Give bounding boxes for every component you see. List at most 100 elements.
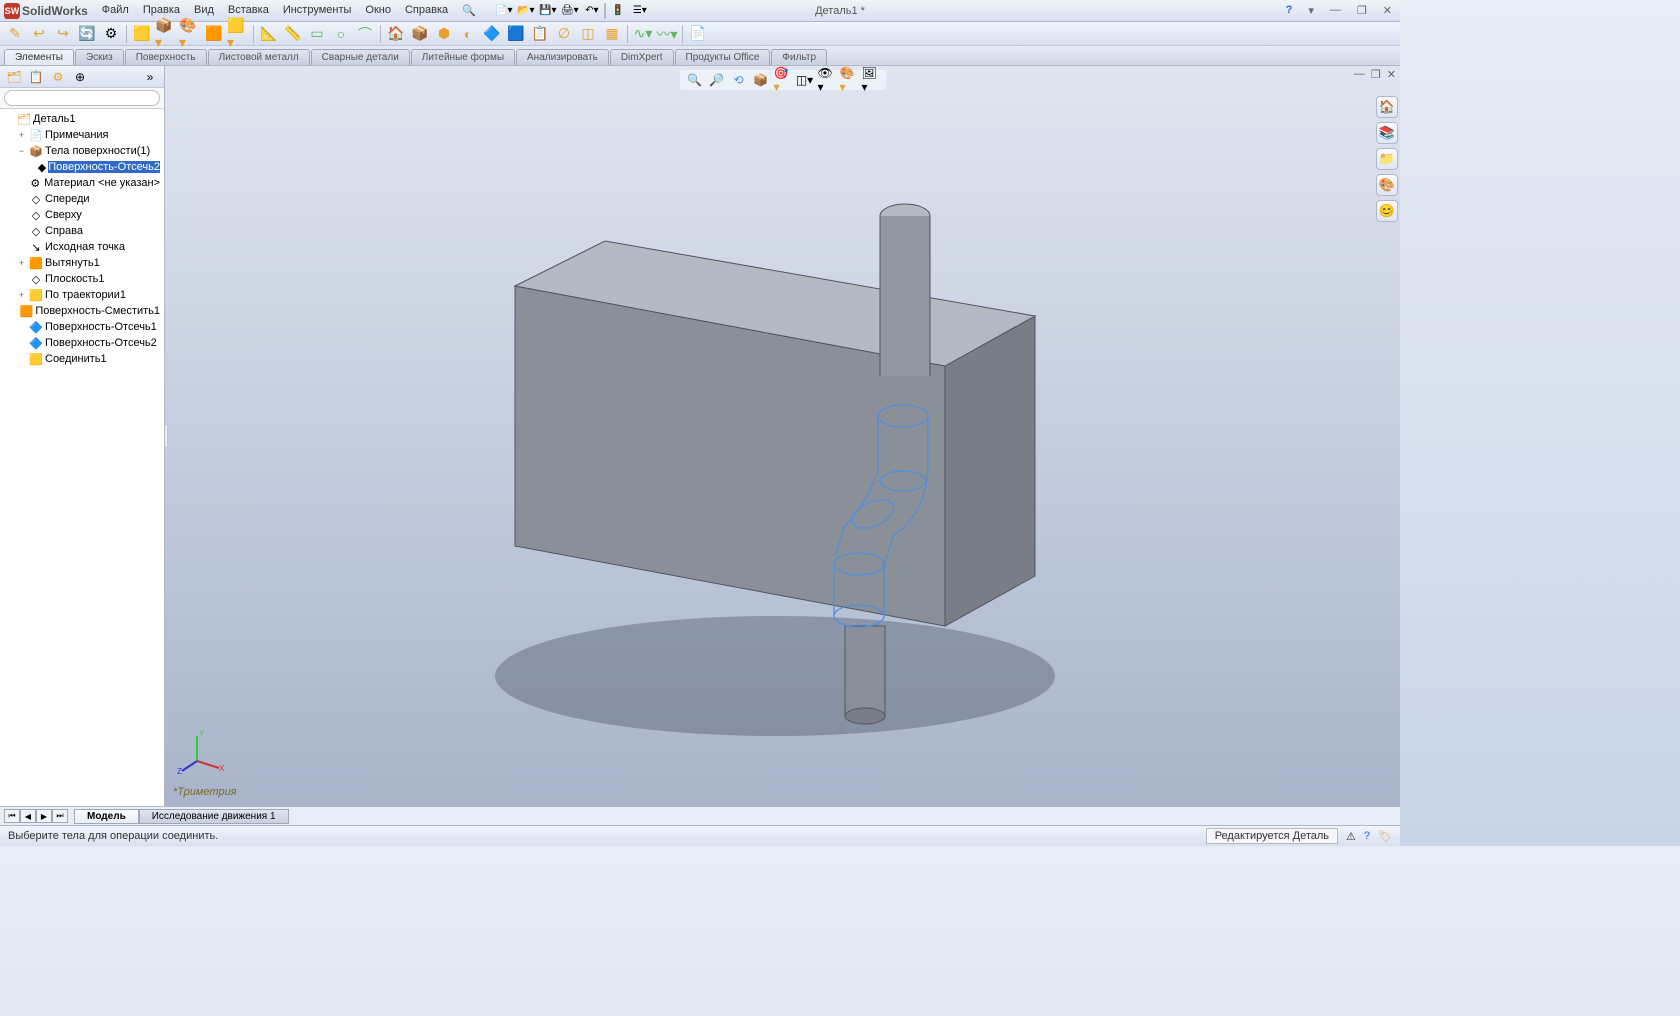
tree-item[interactable]: ◇Спереди: [0, 191, 164, 207]
arc-icon[interactable]: ⌒: [354, 24, 376, 44]
graphics-viewport[interactable]: 🔍 🔎 ⟲ 📦 🎯▾ ◫▾ 👁▾ 🎨▾ 🖼▾ — ❐ ✕ 🏠 📚 📁 🎨 😊 Y: [165, 66, 1400, 806]
prev-view-icon[interactable]: ⟲: [730, 72, 748, 88]
tree-root[interactable]: 🗂 Деталь1: [0, 111, 164, 127]
new-icon[interactable]: 📄▾: [494, 3, 514, 19]
vp-close-icon[interactable]: ✕: [1387, 68, 1396, 81]
sidebar-expand-icon[interactable]: »: [140, 68, 160, 86]
shaded-icon[interactable]: 🟨▾: [227, 24, 249, 44]
library-gadget-icon[interactable]: 📚: [1376, 122, 1398, 144]
tree-item[interactable]: ◇Плоскость1: [0, 271, 164, 287]
status-help-icon[interactable]: ?: [1364, 830, 1370, 842]
feat3-icon[interactable]: ⬢: [433, 24, 455, 44]
expander-icon[interactable]: −: [16, 146, 27, 156]
expander-icon[interactable]: +: [16, 130, 27, 140]
tab-analyze[interactable]: Анализировать: [516, 49, 609, 65]
nav-first-icon[interactable]: ⏮: [4, 809, 20, 823]
help-dropdown-icon[interactable]: ▾: [1304, 4, 1318, 17]
tree-item[interactable]: ◇Справа: [0, 223, 164, 239]
menu-tools[interactable]: Инструменты: [277, 2, 358, 19]
tree-item[interactable]: ↘Исходная точка: [0, 239, 164, 255]
nav-next-icon[interactable]: ▶: [36, 809, 52, 823]
palette-gadget-icon[interactable]: 🎨: [1376, 174, 1398, 196]
feat10-icon[interactable]: ▦: [601, 24, 623, 44]
cm-tab-icon[interactable]: ⚙: [48, 68, 68, 86]
pm-tab-icon[interactable]: 📋: [26, 68, 46, 86]
feat7-icon[interactable]: 📋: [529, 24, 551, 44]
minimize-icon[interactable]: —: [1326, 4, 1345, 17]
feat2-icon[interactable]: 📦: [409, 24, 431, 44]
tree-item[interactable]: +📄Примечания: [0, 127, 164, 143]
menu-window[interactable]: Окно: [359, 2, 397, 19]
menu-search-icon[interactable]: 🔍: [456, 2, 482, 19]
feat9-icon[interactable]: ◫: [577, 24, 599, 44]
zoom-area-icon[interactable]: 🔎: [708, 72, 726, 88]
home-gadget-icon[interactable]: 🏠: [1376, 96, 1398, 118]
back-icon[interactable]: ↩: [28, 24, 50, 44]
circle-icon[interactable]: ○: [330, 24, 352, 44]
tab-model[interactable]: Модель: [74, 809, 139, 824]
help-icon[interactable]: ?: [1282, 4, 1297, 17]
open-icon[interactable]: 📂▾: [516, 3, 536, 19]
menu-help[interactable]: Справка: [399, 2, 454, 19]
tab-features[interactable]: Элементы: [4, 49, 74, 65]
sketch-icon[interactable]: 📐: [258, 24, 280, 44]
rebuild-icon[interactable]: 🔄: [76, 24, 98, 44]
tree-item[interactable]: ⚙Материал <не указан>: [0, 175, 164, 191]
display-icon[interactable]: 🎨▾: [179, 24, 201, 44]
feat4-icon[interactable]: ◐: [457, 24, 479, 44]
resources-gadget-icon[interactable]: 😊: [1376, 200, 1398, 222]
curve-icon[interactable]: ∿▾: [632, 24, 654, 44]
appearance-icon[interactable]: 🎨▾: [840, 72, 858, 88]
rect-icon[interactable]: ▭: [306, 24, 328, 44]
tab-sheetmetal[interactable]: Листовой металл: [208, 49, 310, 65]
tool-icon[interactable]: ✎: [4, 24, 26, 44]
fwd-icon[interactable]: ↪: [52, 24, 74, 44]
vp-maximize-icon[interactable]: ❐: [1371, 68, 1381, 81]
options-icon[interactable]: ☰▾: [630, 3, 650, 19]
view-icon[interactable]: 🟨: [131, 24, 153, 44]
filter-input[interactable]: [4, 90, 160, 106]
tree-item[interactable]: +🟨По траектории1: [0, 287, 164, 303]
tree-item[interactable]: −📦Тела поверхности(1): [0, 143, 164, 159]
section-view-icon[interactable]: 📦: [752, 72, 770, 88]
tree-item[interactable]: 🔷Поверхность-Отсечь2: [0, 335, 164, 351]
tree-item[interactable]: +🟧Вытянуть1: [0, 255, 164, 271]
tree-item[interactable]: ◇Сверху: [0, 207, 164, 223]
tree-item[interactable]: 🔷Поверхность-Отсечь1: [0, 319, 164, 335]
undo-icon[interactable]: ↶▾: [582, 3, 602, 19]
status-warn-icon[interactable]: ⚠: [1346, 830, 1356, 843]
tree-item[interactable]: 🟨Соединить1: [0, 351, 164, 367]
zoom-fit-icon[interactable]: 🔍: [686, 72, 704, 88]
tab-surface[interactable]: Поверхность: [125, 49, 207, 65]
close-icon[interactable]: ✕: [1379, 4, 1396, 17]
nav-prev-icon[interactable]: ◀: [20, 809, 36, 823]
display-style-icon[interactable]: ◫▾: [796, 72, 814, 88]
tab-filter[interactable]: Фильтр: [771, 49, 827, 65]
hide-show-icon[interactable]: 👁▾: [818, 72, 836, 88]
section-icon[interactable]: 🟧: [203, 24, 225, 44]
nav-last-icon[interactable]: ⏭: [52, 809, 68, 823]
line-icon[interactable]: 📏: [282, 24, 304, 44]
orientation-icon[interactable]: 🎯▾: [774, 72, 792, 88]
tab-motion-study[interactable]: Исследование движения 1: [139, 809, 289, 824]
vp-minimize-icon[interactable]: —: [1354, 68, 1365, 81]
config-icon[interactable]: ⚙: [100, 24, 122, 44]
tab-molds[interactable]: Литейные формы: [411, 49, 515, 65]
sheet-icon[interactable]: 📄: [687, 24, 709, 44]
expander-icon[interactable]: +: [16, 290, 27, 300]
spline-icon[interactable]: 〰▾: [656, 24, 678, 44]
explorer-gadget-icon[interactable]: 📁: [1376, 148, 1398, 170]
save-icon[interactable]: 💾▾: [538, 3, 558, 19]
dx-tab-icon[interactable]: ⊕: [70, 68, 90, 86]
maximize-icon[interactable]: ❐: [1353, 4, 1371, 17]
tree-item[interactable]: 🟧Поверхность-Сместить1: [0, 303, 164, 319]
fm-tab-icon[interactable]: 🗂: [4, 68, 24, 86]
print-icon[interactable]: 🖨▾: [560, 3, 580, 19]
iso-icon[interactable]: 📦▾: [155, 24, 177, 44]
scene-icon[interactable]: 🖼▾: [862, 72, 880, 88]
tab-sketch[interactable]: Эскиз: [75, 49, 124, 65]
feat5-icon[interactable]: 🔷: [481, 24, 503, 44]
tab-weldments[interactable]: Сварные детали: [311, 49, 410, 65]
expander-icon[interactable]: +: [16, 258, 27, 268]
feat1-icon[interactable]: 🏠: [385, 24, 407, 44]
